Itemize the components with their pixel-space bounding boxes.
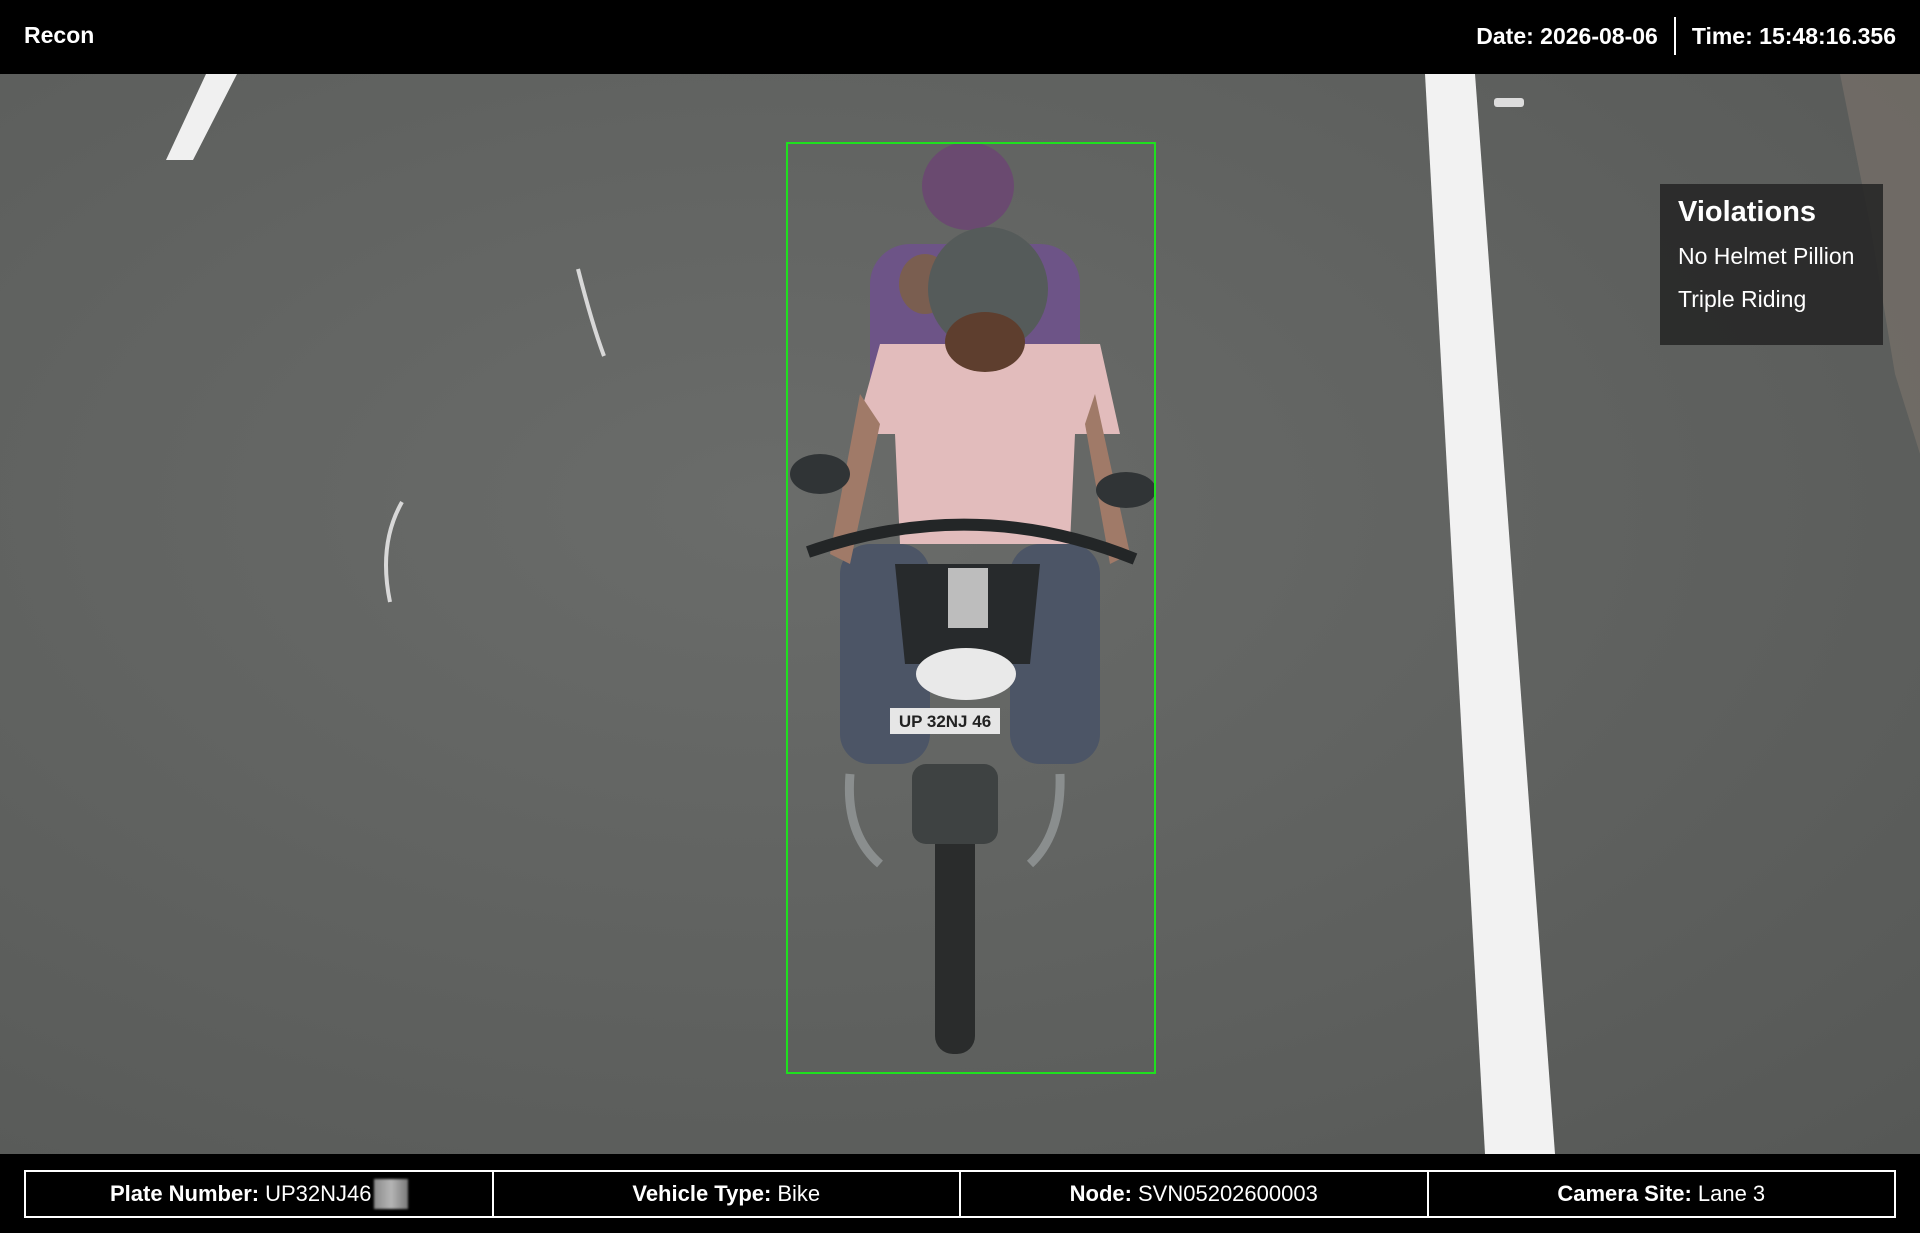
violations-panel: Violations No Helmet Pillion Triple Ridi… (1660, 184, 1883, 345)
top-bar: Recon Date: 2026-08-06 Time: 15:48:16.35… (0, 0, 1920, 74)
road-mark (384, 501, 404, 603)
info-bar: Plate Number: UP32NJ46 Vehicle Type: Bik… (0, 1154, 1920, 1233)
node-value: SVN05202600003 (1138, 1181, 1318, 1206)
violations-title: Violations (1678, 196, 1817, 228)
vehicle-type-label: Vehicle Type: (632, 1181, 772, 1206)
violation-item: Triple Riding (1678, 286, 1807, 312)
node-cell: Node: SVN05202600003 (961, 1172, 1429, 1216)
vehicle-type-value: Bike (777, 1181, 821, 1206)
time-value: 15:48:16.356 (1759, 22, 1896, 49)
time-label: Time: (1691, 22, 1753, 49)
road-mark (576, 268, 606, 357)
lane-line-right (1425, 74, 1555, 1154)
camera-site-value: Lane 3 (1697, 1181, 1766, 1206)
violation-item: No Helmet Pillion (1678, 243, 1855, 269)
date-label: Date: (1476, 22, 1534, 49)
camera-frame: UP 32NJ 46 Violations No Helmet Pillion … (0, 74, 1920, 1154)
lane-dash-top-left (166, 74, 237, 160)
info-table: Plate Number: UP32NJ46 Vehicle Type: Bik… (24, 1170, 1896, 1218)
camera-site-cell: Camera Site: Lane 3 (1429, 1172, 1895, 1216)
date-value: 2026-08-06 (1540, 22, 1658, 49)
road-debris (1494, 98, 1524, 107)
plate-number-value: UP32NJ46 (265, 1181, 372, 1206)
vehicle-detection-box[interactable] (786, 142, 1156, 1074)
plate-redaction (373, 1179, 408, 1209)
vehicle-type-cell: Vehicle Type: Bike (494, 1172, 961, 1216)
node-label: Node: (1069, 1181, 1132, 1206)
camera-site-label: Camera Site: (1557, 1181, 1692, 1206)
app-title: Recon (24, 22, 95, 48)
datetime-divider (1673, 17, 1676, 55)
plate-number-cell: Plate Number: UP32NJ46 (26, 1172, 494, 1216)
datetime-display: Date: 2026-08-06 Time: 15:48:16.356 (1476, 16, 1896, 56)
plate-number-label: Plate Number: (109, 1181, 260, 1206)
